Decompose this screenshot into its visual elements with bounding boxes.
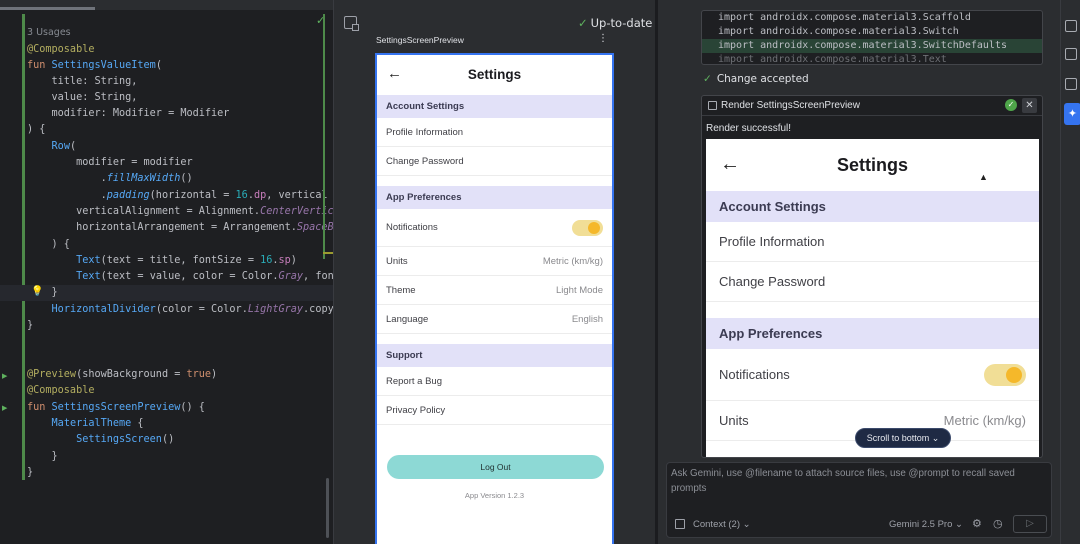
item-language[interactable]: Language English — [377, 305, 612, 334]
running-devices-icon[interactable] — [1065, 78, 1077, 90]
context-dropdown[interactable]: Context (2) ⌄ — [693, 519, 751, 530]
context-icon[interactable] — [675, 519, 685, 529]
more-options-icon[interactable]: ⋮ — [598, 33, 608, 44]
chat-input[interactable]: Ask Gemini, use @filename to attach sour… — [666, 462, 1052, 538]
top-app-bar: ← Settings ▲ — [706, 139, 1039, 191]
lightbulb-icon[interactable]: 💡 — [31, 286, 43, 297]
check-icon: ✓ — [578, 16, 588, 30]
settings-render-large[interactable]: ← Settings ▲ Account Settings Profile In… — [706, 139, 1039, 457]
import-line: import androidx.compose.material3.Switch — [718, 26, 959, 37]
compose-preview-panel: ✓ Up-to-date SettingsScreenPreview ⋮ ← Se… — [323, 0, 655, 544]
gemini-panel: import androidx.compose.material3.Scaffo… — [658, 0, 1060, 544]
code-line[interactable]: @Composable — [27, 42, 94, 58]
code-line[interactable]: value: String, — [27, 90, 138, 106]
item-change-password[interactable]: Change Password — [377, 147, 612, 176]
change-marker — [323, 14, 325, 259]
code-line[interactable]: fun SettingsScreenPreview() { — [27, 400, 205, 416]
settings-preview-small[interactable]: ← Settings Account Settings Profile Info… — [375, 53, 614, 544]
code-line[interactable]: SettingsScreen() — [27, 432, 174, 448]
code-line[interactable]: fun SettingsValueItem( — [27, 58, 162, 74]
right-tool-strip: ✦ — [1060, 0, 1080, 544]
code-line[interactable]: modifier = modifier — [27, 155, 193, 171]
code-line[interactable]: ) { — [27, 122, 45, 138]
model-selector[interactable]: Gemini 2.5 Pro ⌄ — [889, 519, 963, 530]
active-tab-indicator — [0, 7, 95, 10]
check-icon: ✓ — [703, 73, 712, 85]
item-notifications[interactable]: Notifications — [377, 209, 612, 247]
mouse-cursor-icon: ▲ — [979, 172, 988, 182]
settings-gear-icon[interactable]: ⚙ — [972, 517, 982, 530]
code-line[interactable]: Row( — [27, 139, 77, 155]
section-app-preferences: App Preferences — [377, 186, 612, 209]
item-change-password[interactable]: Change Password — [706, 262, 1039, 302]
code-line[interactable]: modifier: Modifier = Modifier — [27, 106, 230, 122]
notifications-toggle[interactable] — [572, 220, 603, 236]
import-line: import androidx.compose.material3.Scaffo… — [718, 12, 971, 23]
gutter-run-icon[interactable]: ▶ — [2, 404, 7, 412]
warning-marker — [323, 252, 333, 254]
code-line[interactable]: Text(text = value, color = Color.Gray, f… — [27, 269, 333, 285]
code-line[interactable]: ) { — [27, 237, 70, 253]
code-line[interactable]: MaterialTheme { — [27, 416, 144, 432]
preview-layout-icon[interactable] — [344, 16, 359, 31]
notifications-toggle[interactable] — [984, 364, 1026, 386]
scroll-to-bottom-button[interactable]: Scroll to bottom ⌄ — [855, 428, 951, 448]
code-line[interactable]: @Composable — [27, 383, 94, 399]
editor-tab-strip — [0, 0, 333, 10]
device-manager-icon[interactable] — [1065, 20, 1077, 32]
code-line[interactable]: @Preview(showBackground = true) — [27, 367, 217, 383]
top-app-bar: ← Settings — [377, 55, 612, 95]
render-result-card: Render SettingsScreenPreview ✓ ✕ Render … — [701, 95, 1043, 458]
preview-icon — [708, 101, 717, 110]
code-line[interactable]: title: String, — [27, 74, 138, 90]
item-profile-information[interactable]: Profile Information — [377, 118, 612, 147]
item-theme[interactable]: Theme Light Mode — [377, 276, 612, 305]
item-report-bug[interactable]: Report a Bug — [377, 367, 612, 396]
code-line[interactable]: } — [27, 449, 58, 465]
item-privacy-policy[interactable]: Privacy Policy — [377, 396, 612, 425]
chat-placeholder: Ask Gemini, use @filename to attach sour… — [671, 468, 1015, 494]
section-app-preferences: App Preferences — [706, 318, 1039, 349]
history-clock-icon[interactable]: ◷ — [993, 517, 1003, 530]
code-line[interactable]: .padding(horizontal = 16.dp, vertical = … — [27, 188, 333, 204]
section-support: Support — [377, 344, 612, 367]
item-profile-information[interactable]: Profile Information — [706, 222, 1039, 262]
section-account-settings: Account Settings — [706, 191, 1039, 222]
import-line: import androidx.compose.material3.Switch… — [702, 39, 1042, 53]
close-icon[interactable]: ✕ — [1022, 98, 1037, 113]
code-line[interactable]: .fillMaxWidth() — [27, 171, 193, 187]
usages-hint[interactable]: 3 Usages — [27, 27, 71, 38]
notifications-icon[interactable] — [1065, 48, 1077, 60]
success-check-icon: ✓ — [1005, 99, 1017, 111]
section-account-settings: Account Settings — [377, 95, 612, 118]
code-line[interactable]: } — [27, 465, 33, 481]
logout-button[interactable]: Log Out — [387, 455, 604, 479]
gemini-icon[interactable]: ✦ — [1064, 103, 1080, 125]
code-editor[interactable]: 3 Usages @Composable fun SettingsValueIte… — [0, 0, 333, 544]
item-units[interactable]: Units Metric (km/kg) — [377, 247, 612, 276]
render-card-header: Render SettingsScreenPreview ✓ ✕ — [702, 96, 1042, 116]
render-title: Render SettingsScreenPreview — [721, 100, 860, 111]
preview-status: ✓ Up-to-date — [578, 16, 653, 30]
send-button[interactable]: ▷ — [1013, 515, 1047, 533]
code-line[interactable]: HorizontalDivider(color = Color.LightGra… — [27, 302, 333, 318]
preview-name: SettingsScreenPreview — [376, 35, 464, 45]
code-line[interactable]: } — [27, 318, 33, 334]
screen-title: Settings — [467, 67, 522, 82]
code-line[interactable]: horizontalArrangement = Arrangement.Spac… — [27, 220, 333, 236]
render-success-text: Render successful! — [706, 123, 792, 134]
diff-code-card: import androidx.compose.material3.Scaffo… — [701, 10, 1043, 65]
toggle-thumb — [1006, 367, 1022, 383]
item-notifications[interactable]: Notifications — [706, 349, 1039, 401]
code-line[interactable]: Text(text = title, fontSize = 16.sp) — [27, 253, 297, 269]
change-accepted-status: ✓ Change accepted — [703, 73, 809, 85]
vcs-change-marker — [22, 14, 25, 480]
screen-title: Settings — [836, 155, 908, 175]
editor-scrollbar[interactable] — [326, 478, 329, 538]
code-line[interactable]: verticalAlignment = Alignment.CenterVert… — [27, 204, 333, 220]
gutter-arrow-icon: ▶ — [2, 372, 8, 380]
app-version: App Version 1.2.3 — [464, 491, 525, 500]
import-line: import androidx.compose.material3.Text — [718, 54, 947, 65]
toggle-thumb — [588, 222, 600, 234]
